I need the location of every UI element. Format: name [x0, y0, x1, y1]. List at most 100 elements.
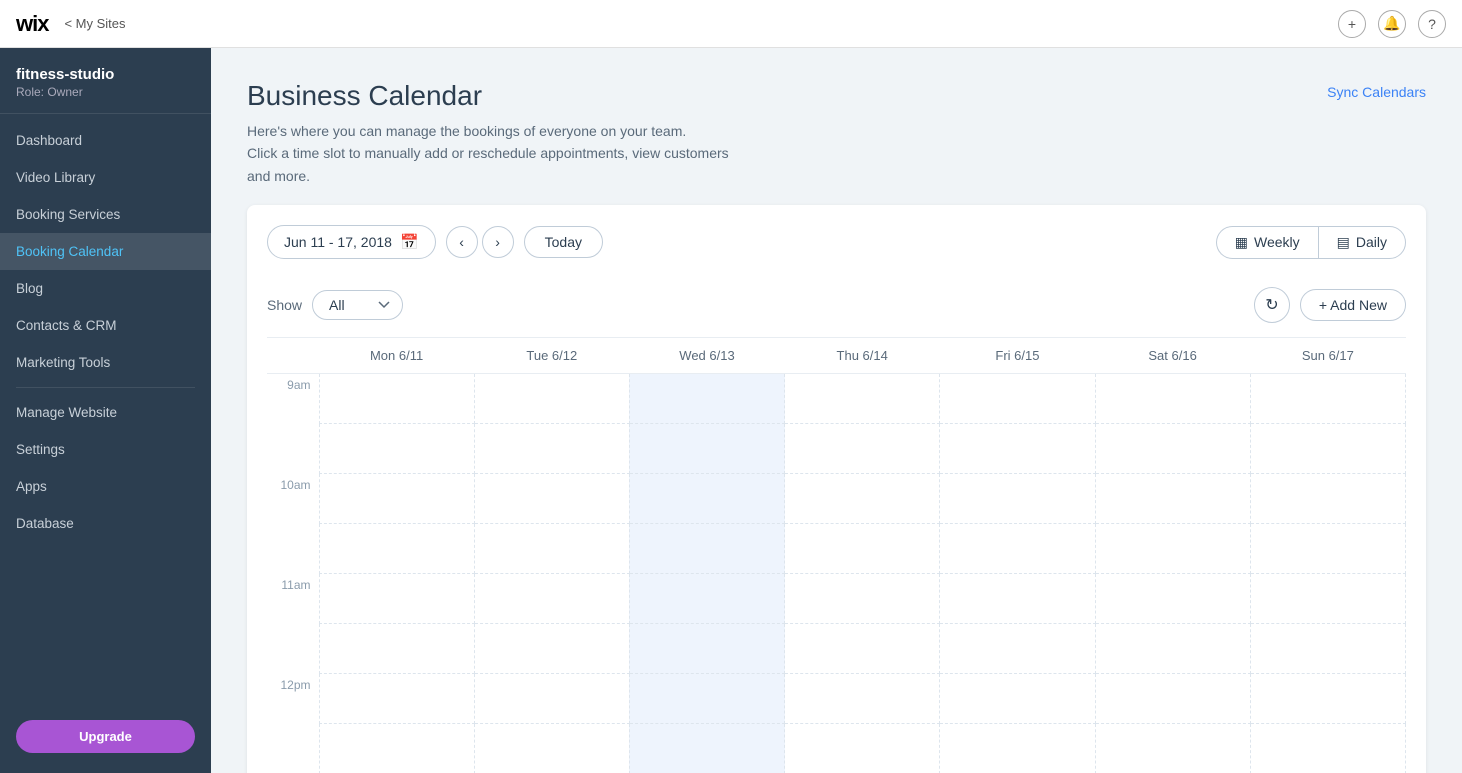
cell-11amb-7[interactable] [1250, 624, 1405, 674]
refresh-button[interactable]: ↻ [1254, 287, 1290, 323]
sidebar-item-manage-website[interactable]: Manage Website [0, 394, 211, 431]
date-range-button[interactable]: Jun 11 - 17, 2018 📅 [267, 225, 436, 259]
cell-11amb-1[interactable] [319, 624, 474, 674]
cell-11amb-4[interactable] [785, 624, 940, 674]
cell-10am-6[interactable] [1095, 474, 1250, 524]
nav-arrows: ‹ › [446, 226, 514, 258]
cell-11am-5[interactable] [940, 574, 1095, 624]
cell-9amb-4[interactable] [785, 424, 940, 474]
sync-calendars-link[interactable]: Sync Calendars [1327, 84, 1426, 100]
cell-10amb-1[interactable] [319, 524, 474, 574]
cell-9am-3[interactable] [629, 374, 784, 424]
calendar-table: Mon 6/11 Tue 6/12 Wed 6/13 Thu 6/14 Fri … [267, 338, 1406, 773]
show-label: Show [267, 297, 302, 313]
cell-12pmb-7[interactable] [1250, 724, 1405, 773]
cell-12pm-2[interactable] [474, 674, 629, 724]
weekly-view-button[interactable]: ▦ Weekly [1216, 226, 1318, 259]
cell-12pm-6[interactable] [1095, 674, 1250, 724]
cell-10amb-3[interactable] [629, 524, 784, 574]
cell-9amb-7[interactable] [1250, 424, 1405, 474]
date-nav-left: Jun 11 - 17, 2018 📅 ‹ › Today [267, 225, 603, 259]
upgrade-button[interactable]: Upgrade [16, 720, 195, 753]
cell-12pm-1[interactable] [319, 674, 474, 724]
add-new-button[interactable]: + Add New [1300, 289, 1406, 321]
cell-10am-1[interactable] [319, 474, 474, 524]
sidebar-item-video-library[interactable]: Video Library [0, 159, 211, 196]
sidebar-item-apps[interactable]: Apps [0, 468, 211, 505]
cell-9am-4[interactable] [785, 374, 940, 424]
sidebar-item-contacts-crm[interactable]: Contacts & CRM [0, 307, 211, 344]
cell-11amb-6[interactable] [1095, 624, 1250, 674]
next-week-button[interactable]: › [482, 226, 514, 258]
cell-12pmb-1[interactable] [319, 724, 474, 773]
cell-9am-2[interactable] [474, 374, 629, 424]
today-button[interactable]: Today [524, 226, 603, 258]
sidebar-item-marketing-tools[interactable]: Marketing Tools [0, 344, 211, 381]
cell-12pmb-6[interactable] [1095, 724, 1250, 773]
cell-11am-7[interactable] [1250, 574, 1405, 624]
cell-11amb-2[interactable] [474, 624, 629, 674]
cell-10amb-6[interactable] [1095, 524, 1250, 574]
cell-9am-6[interactable] [1095, 374, 1250, 424]
cell-9am-5[interactable] [940, 374, 1095, 424]
cell-12pm-3[interactable] [629, 674, 784, 724]
cell-10amb-4[interactable] [785, 524, 940, 574]
cell-9amb-2[interactable] [474, 424, 629, 474]
cell-12pmb-3[interactable] [629, 724, 784, 773]
page-title: Business Calendar [247, 80, 729, 112]
cell-11am-1[interactable] [319, 574, 474, 624]
cell-12pm-5[interactable] [940, 674, 1095, 724]
cell-12pmb-2[interactable] [474, 724, 629, 773]
cell-10am-2[interactable] [474, 474, 629, 524]
page-header: Business Calendar Here's where you can m… [247, 80, 729, 187]
sidebar-site-info: fitness-studio Role: Owner [0, 48, 211, 114]
cell-9am-7[interactable] [1250, 374, 1405, 424]
cell-11am-3[interactable] [629, 574, 784, 624]
cell-9amb-3[interactable] [629, 424, 784, 474]
cell-11am-2[interactable] [474, 574, 629, 624]
prev-week-button[interactable]: ‹ [446, 226, 478, 258]
sidebar-item-booking-services[interactable]: Booking Services [0, 196, 211, 233]
time-label-12pm: 12pm [267, 674, 319, 773]
cell-10am-5[interactable] [940, 474, 1095, 524]
cell-12pmb-4[interactable] [785, 724, 940, 773]
sidebar-item-booking-calendar[interactable]: Booking Calendar [0, 233, 211, 270]
sidebar-bottom: Upgrade [0, 708, 211, 773]
cell-11amb-3[interactable] [629, 624, 784, 674]
show-select[interactable]: All Staff 1 Staff 2 [312, 290, 403, 320]
sidebar-item-database[interactable]: Database [0, 505, 211, 542]
sidebar-item-blog[interactable]: Blog [0, 270, 211, 307]
cell-12pmb-5[interactable] [940, 724, 1095, 773]
daily-view-button[interactable]: ▤ Daily [1318, 226, 1406, 259]
cell-9am-1[interactable] [319, 374, 474, 424]
help-icon[interactable]: ? [1418, 10, 1446, 38]
cell-10amb-5[interactable] [940, 524, 1095, 574]
col-fri: Fri 6/15 [940, 338, 1095, 374]
page-description: Here's where you can manage the bookings… [247, 120, 729, 187]
col-mon: Mon 6/11 [319, 338, 474, 374]
cell-10am-4[interactable] [785, 474, 940, 524]
cell-11am-4[interactable] [785, 574, 940, 624]
topbar: wix < My Sites + 🔔 ? [0, 0, 1462, 48]
cell-12pm-4[interactable] [785, 674, 940, 724]
plus-icon[interactable]: + [1338, 10, 1366, 38]
cell-12pm-7[interactable] [1250, 674, 1405, 724]
my-sites-link[interactable]: < My Sites [64, 16, 125, 31]
time-col-header [267, 338, 319, 374]
sidebar-item-dashboard[interactable]: Dashboard [0, 122, 211, 159]
calendar-icon: 📅 [400, 233, 419, 251]
cell-11amb-5[interactable] [940, 624, 1095, 674]
bell-icon[interactable]: 🔔 [1378, 10, 1406, 38]
sidebar-item-settings[interactable]: Settings [0, 431, 211, 468]
time-label-10am: 10am [267, 474, 319, 574]
cell-11am-6[interactable] [1095, 574, 1250, 624]
sidebar-site-name: fitness-studio [16, 66, 195, 83]
cell-9amb-1[interactable] [319, 424, 474, 474]
cell-10amb-2[interactable] [474, 524, 629, 574]
cell-9amb-5[interactable] [940, 424, 1095, 474]
cell-10am-3[interactable] [629, 474, 784, 524]
view-toggle: ▦ Weekly ▤ Daily [1216, 226, 1406, 259]
cell-9amb-6[interactable] [1095, 424, 1250, 474]
cell-10amb-7[interactable] [1250, 524, 1405, 574]
cell-10am-7[interactable] [1250, 474, 1405, 524]
